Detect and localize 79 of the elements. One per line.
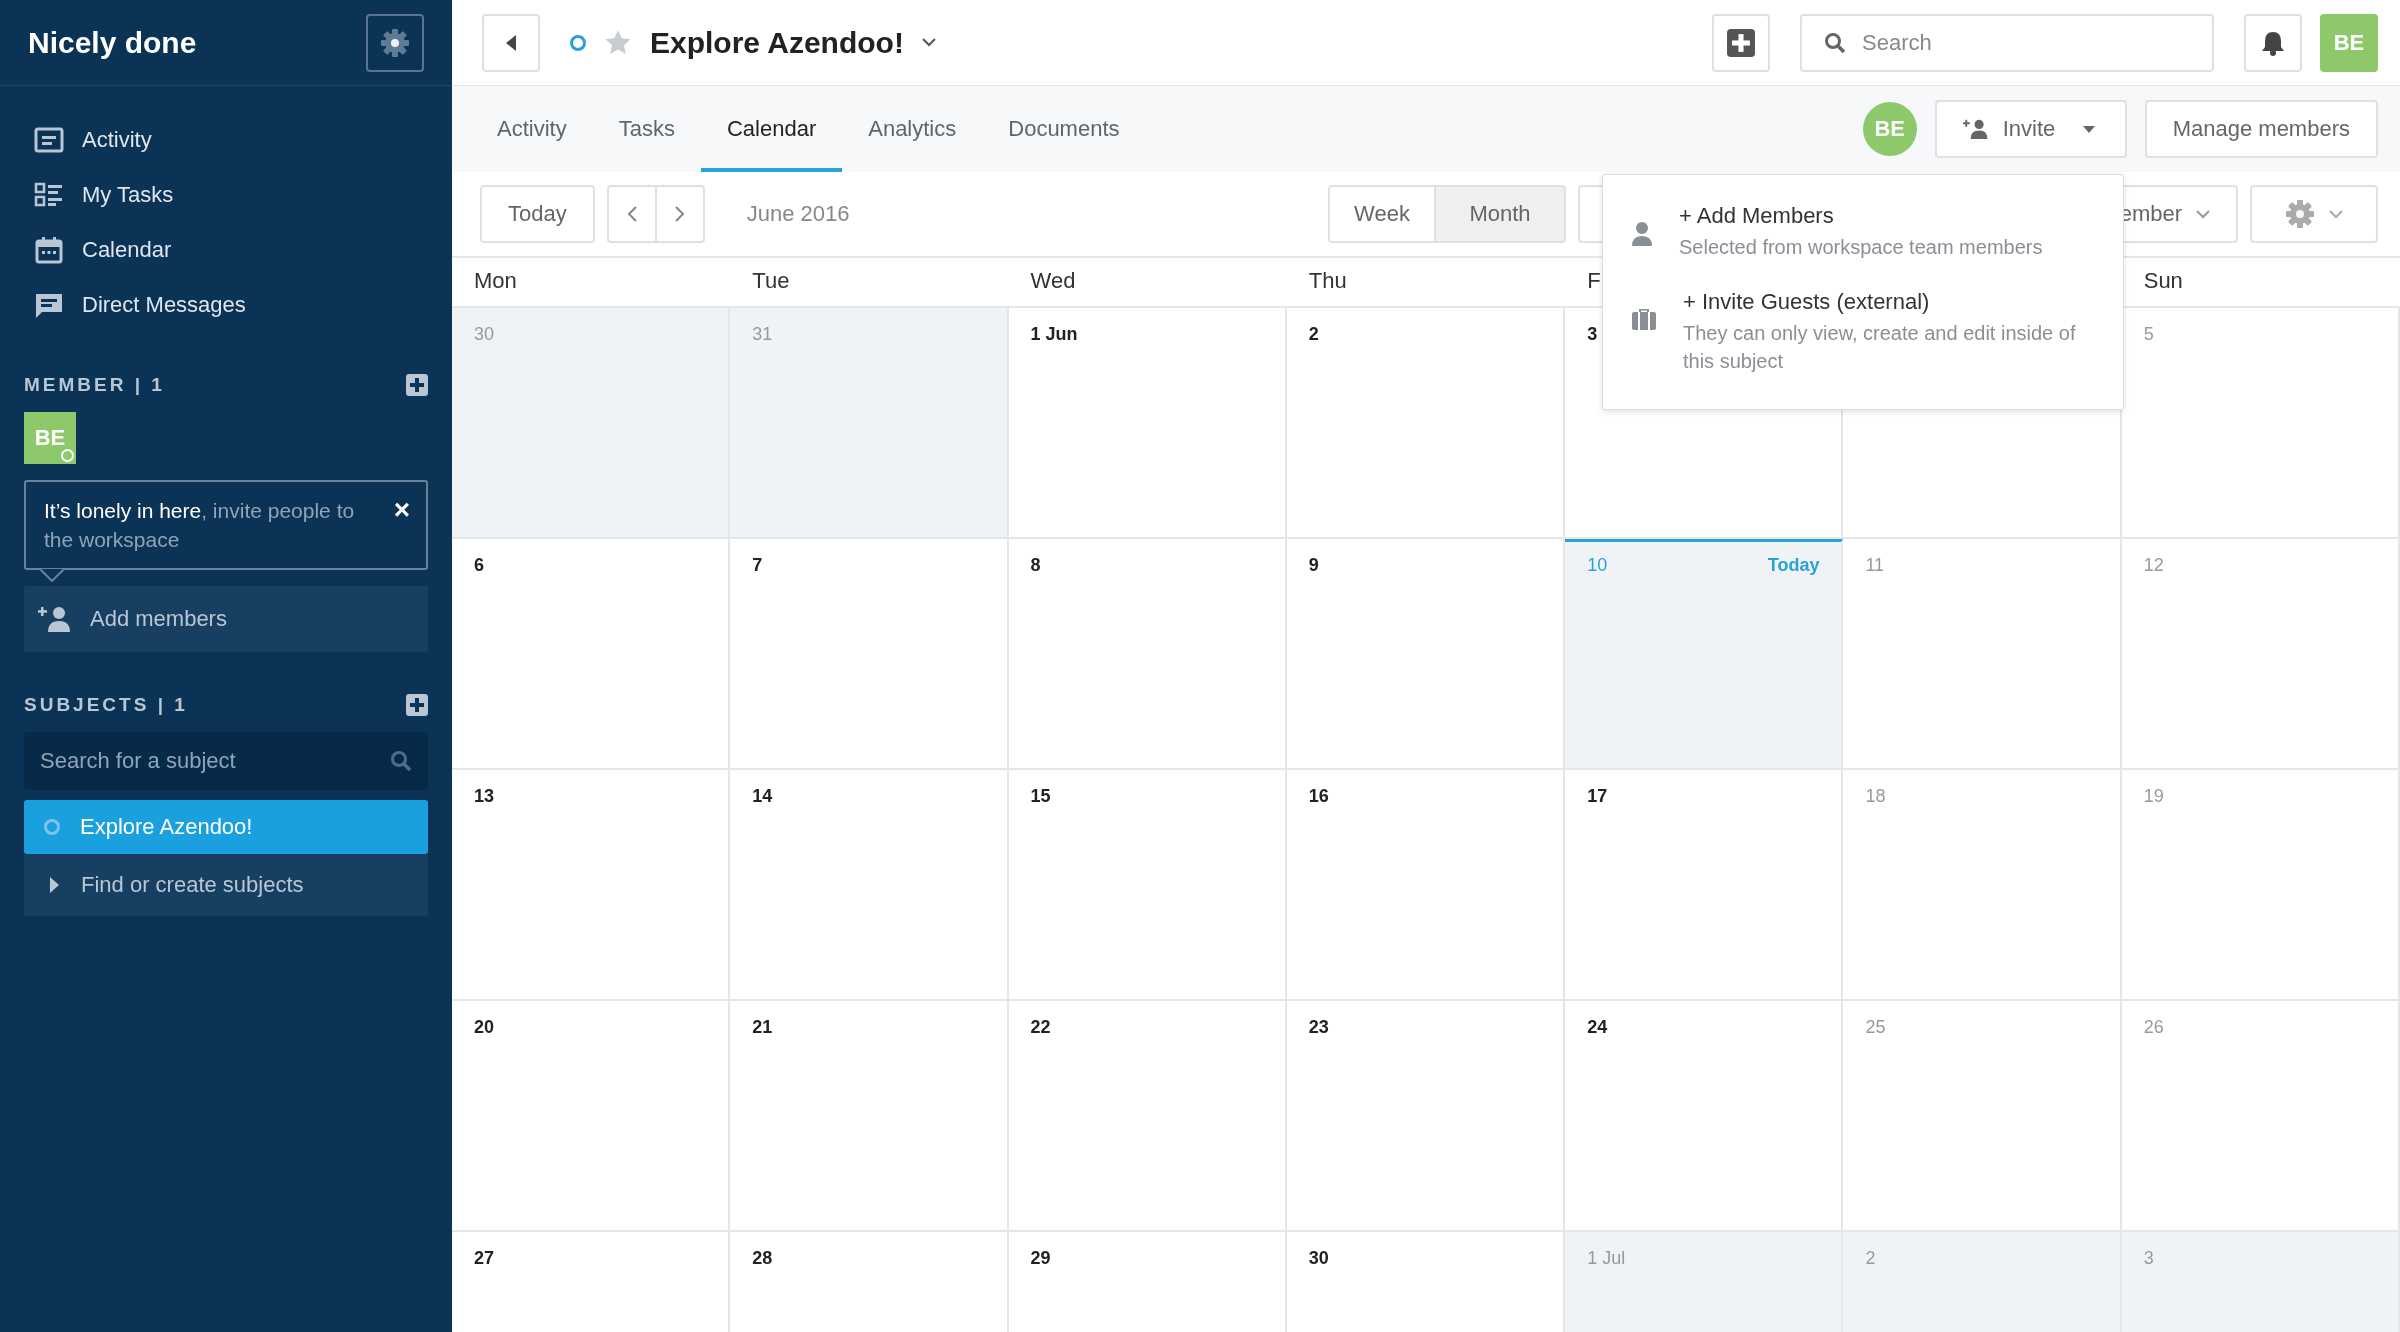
manage-members-button[interactable]: Manage members xyxy=(2144,100,2378,158)
period-label: June 2016 xyxy=(746,201,850,227)
caret-left-icon xyxy=(506,34,516,51)
add-icon[interactable] xyxy=(406,694,428,716)
add-icon xyxy=(1727,28,1755,57)
nav-item[interactable]: Direct Messages xyxy=(34,277,452,332)
weekday-label: Mon xyxy=(474,268,517,293)
calendar-icon xyxy=(34,235,64,264)
settings-button[interactable] xyxy=(366,13,424,72)
day-cell[interactable]: 28 xyxy=(730,1232,1009,1332)
day-cell[interactable]: 7 xyxy=(730,539,1009,770)
day-cell[interactable]: 14 xyxy=(730,770,1009,1001)
day-cell[interactable]: 29 xyxy=(1008,1232,1287,1332)
day-cell[interactable]: 6 xyxy=(452,539,731,770)
checklist-icon xyxy=(34,181,64,208)
search-field[interactable]: Search xyxy=(1800,13,2214,72)
weekday-label: Wed xyxy=(1030,268,1076,293)
tab[interactable]: Tasks xyxy=(592,86,701,172)
chevron-down-icon xyxy=(2329,209,2343,219)
bell-icon xyxy=(2261,29,2285,56)
settings-icon xyxy=(2285,199,2315,229)
caret-right-icon xyxy=(50,877,59,893)
tab[interactable]: Calendar xyxy=(700,86,843,172)
invite-button[interactable]: Invite xyxy=(1934,100,2127,158)
today-button[interactable]: Today xyxy=(480,185,595,243)
day-cell[interactable]: 17 xyxy=(1565,770,1844,1001)
list-icon xyxy=(34,126,64,153)
day-cell[interactable]: 2 xyxy=(1286,308,1566,539)
search-icon xyxy=(1824,31,1846,54)
chevron-left-icon xyxy=(626,206,637,222)
nav-item[interactable]: Calendar xyxy=(34,222,452,277)
person-icon xyxy=(1631,221,1653,247)
section-title: SUBJECTS | 1 xyxy=(24,694,188,716)
subject-search-field[interactable]: Search for a subject xyxy=(24,732,428,790)
view-toggle[interactable]: Month xyxy=(1436,185,1566,243)
back-button[interactable] xyxy=(482,13,540,72)
weekday-label: Sun xyxy=(2143,268,2183,293)
chevron-right-icon xyxy=(674,206,685,222)
chevron-down-icon xyxy=(921,38,936,47)
section-title: MEMBER | 1 xyxy=(24,374,165,396)
workspace-name: Nicely done xyxy=(28,25,197,60)
weekday-label: F xyxy=(1587,268,1601,293)
day-cell[interactable]: 1 Jun xyxy=(1008,308,1287,539)
status-ring-icon xyxy=(570,34,586,51)
add-members-button[interactable]: Add members xyxy=(24,586,428,652)
weekday-label: Tue xyxy=(752,268,790,293)
day-cell[interactable]: 8 xyxy=(1008,539,1287,770)
subject-title: Explore Azendoo! xyxy=(650,25,904,60)
caret-down-icon xyxy=(2083,125,2096,133)
tab[interactable]: Documents xyxy=(982,86,1146,172)
settings-icon xyxy=(380,27,410,58)
day-cell[interactable]: 15 xyxy=(1008,770,1287,1001)
tab[interactable]: Activity xyxy=(471,86,593,172)
menu-item[interactable]: + Add Members Selected from workspace team members xyxy=(1603,189,2123,275)
chevron-down-icon xyxy=(2196,209,2210,219)
notifications-button[interactable] xyxy=(2244,13,2302,72)
hint-text: It’s lonely in here, invite people to the workspace xyxy=(44,498,356,553)
nav-item[interactable]: My Tasks xyxy=(34,167,452,222)
day-cell[interactable]: 22 xyxy=(1008,1001,1287,1232)
search-icon xyxy=(390,750,412,772)
add-icon[interactable] xyxy=(406,374,428,396)
nav-item[interactable]: Activity xyxy=(34,112,452,167)
view-toggle[interactable]: Week xyxy=(1328,185,1436,243)
add-person-icon xyxy=(38,606,72,632)
day-cell[interactable]: 23 xyxy=(1286,1001,1566,1232)
tab[interactable]: Analytics xyxy=(842,86,983,172)
day-cell[interactable]: 13 xyxy=(452,770,731,1001)
close-button[interactable]: × xyxy=(393,496,410,524)
day-cell[interactable]: 27 xyxy=(452,1232,731,1332)
day-cell[interactable]: 20 xyxy=(452,1001,731,1232)
find-subjects-item[interactable]: Find or create subjects xyxy=(24,854,428,916)
add-button[interactable] xyxy=(1712,13,1770,72)
day-cell[interactable]: 16 xyxy=(1286,770,1566,1001)
status-ring-icon xyxy=(44,819,60,835)
day-cell[interactable]: 21 xyxy=(730,1001,1009,1232)
weekday-label: Thu xyxy=(1308,268,1347,293)
briefcase-icon xyxy=(1631,307,1657,331)
star-icon[interactable] xyxy=(604,28,632,57)
add-person-icon xyxy=(1962,119,1989,139)
